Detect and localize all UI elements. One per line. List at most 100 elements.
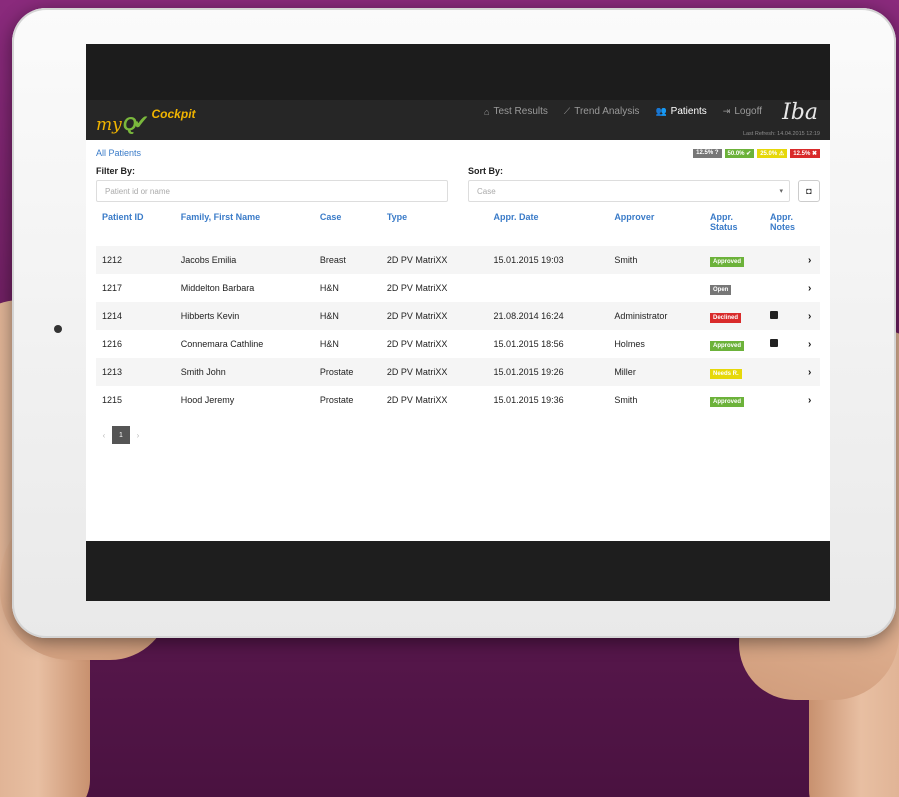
chevron-right-icon[interactable]: ›	[808, 395, 811, 406]
cell-notes	[764, 358, 802, 386]
cell-name: Connemara Cathline	[180, 339, 264, 349]
cell-case: H&N	[319, 283, 339, 293]
summary-badge: 50.0% ✔	[724, 148, 755, 158]
cell-name: Hibberts Kevin	[180, 311, 240, 321]
cell-open: ›	[802, 358, 820, 386]
caret-icon: ▾	[779, 188, 783, 195]
table-row[interactable]: 1216 Connemara Cathline H&N 2D PV MatriXX 15…	[96, 330, 820, 358]
app-logo[interactable]: my Q ✔ Cockpit	[96, 105, 196, 135]
column-header-spacer	[802, 208, 820, 246]
sort-select[interactable]: Case ▾	[468, 180, 790, 202]
nav-label: Trend Analysis	[574, 106, 640, 117]
cell-case: Breast	[319, 255, 346, 265]
cell-type: 2D PV MatriXX	[386, 311, 448, 321]
status-badge: Approved	[710, 397, 745, 407]
breadcrumb-row: All Patients 12.5% ? 50.0% ✔ 25.0% ⚠ 12.5% …	[96, 140, 820, 166]
cell-notes	[764, 246, 802, 274]
cell-name: Smith John	[180, 367, 226, 377]
cell-approver: Miller	[614, 367, 636, 377]
column-header[interactable]: Appr. Status	[704, 208, 764, 246]
column-header[interactable]: Case	[314, 208, 381, 246]
cell-status: Needs R.	[704, 358, 764, 386]
cell-case: Prostate	[319, 395, 354, 405]
column-header[interactable]: Family, First Name	[175, 208, 314, 246]
cell-case: H&N	[319, 311, 339, 321]
table-row[interactable]: 1213 Smith John Prostate 2D PV MatriXX 15.01…	[96, 358, 820, 386]
cell-status: Declined	[704, 302, 764, 330]
table-row[interactable]: 1212 Jacobs Emilia Breast 2D PV MatriXX 15.0…	[96, 246, 820, 274]
users-icon: 👥	[655, 106, 667, 116]
chevron-right-icon[interactable]: ›	[808, 339, 811, 350]
cell-date: 15.01.2015 18:56	[493, 339, 564, 349]
cell-open: ›	[802, 330, 820, 358]
cell-notes	[764, 274, 802, 302]
table-body: 1212 Jacobs Emilia Breast 2D PV MatriXX 15.0…	[96, 246, 820, 414]
pagination-page-current[interactable]: 1	[112, 426, 130, 444]
nav-logoff[interactable]: ⇥ Logoff	[723, 106, 762, 117]
sort-label: Sort By:	[468, 166, 504, 176]
cell-approver: Holmes	[614, 339, 645, 349]
cell-date: 15.01.2015 19:03	[493, 255, 564, 265]
breadcrumb[interactable]: All Patients	[96, 148, 141, 158]
logo-my-text: my	[96, 115, 122, 135]
cell-approver	[608, 274, 704, 302]
sort-controls: Case ▾ ◘	[468, 180, 820, 202]
sort-section: Sort By: Case ▾ ◘	[468, 166, 820, 202]
nav-links: ⌂ Test Results ⟋ Trend Analysis 👥 Patients ⇥ Lo…	[484, 106, 762, 117]
table-row[interactable]: 1217 Middelton Barbara H&N 2D PV MatriXX Ope…	[96, 274, 820, 302]
cell-type: 2D PV MatriXX	[386, 395, 448, 405]
nav-patients[interactable]: 👥 Patients	[655, 106, 706, 117]
cell-name: Jacobs Emilia	[180, 255, 237, 265]
status-badge: Approved	[710, 341, 745, 351]
table-row[interactable]: 1215 Hood Jeremy Prostate 2D PV MatriXX 15.0…	[96, 386, 820, 414]
cell-id: 1216	[102, 339, 123, 349]
sort-direction-icon: ◘	[806, 186, 812, 196]
chart-icon: ⟋	[563, 106, 571, 116]
cell-status: Open	[704, 274, 764, 302]
pagination-prev[interactable]: ‹	[98, 431, 110, 440]
table-header-row: Patient ID Family, First Name Case Type Appr…	[96, 208, 820, 246]
iba-logo: Iba	[782, 100, 818, 125]
search-input[interactable]: Patient id or name	[96, 180, 448, 202]
column-header[interactable]: Appr. Notes	[764, 208, 802, 246]
column-header[interactable]: Approver	[608, 208, 704, 246]
column-header[interactable]: Patient ID	[96, 208, 175, 246]
sort-direction-button[interactable]: ◘	[798, 180, 820, 202]
chevron-right-icon[interactable]: ›	[808, 367, 811, 378]
edit-note-icon[interactable]	[770, 339, 778, 347]
nav-label: Logoff	[734, 106, 762, 117]
chevron-right-icon[interactable]: ›	[808, 255, 811, 266]
edit-note-icon[interactable]	[770, 311, 778, 319]
filter-section: Filter By: Patient id or name	[96, 166, 448, 202]
cell-date: 15.01.2015 19:26	[493, 367, 564, 377]
logo-check-icon: ✔	[132, 112, 150, 134]
column-header[interactable]: Appr. Date	[488, 208, 609, 246]
screen-bottom-bezel	[86, 541, 830, 601]
cell-id: 1212	[102, 255, 123, 265]
cell-id: 1213	[102, 367, 123, 377]
column-header[interactable]: Type	[381, 208, 488, 246]
cell-approver: Smith	[614, 395, 638, 405]
cell-case: Prostate	[319, 367, 354, 377]
cell-date	[488, 274, 609, 302]
signout-icon: ⇥	[722, 106, 731, 116]
cell-name: Hood Jeremy	[180, 395, 235, 405]
cell-id: 1215	[102, 395, 123, 405]
filter-sort-row: Filter By: Patient id or name Sort By: C…	[96, 166, 820, 202]
nav-test-results[interactable]: ⌂ Test Results	[484, 106, 548, 117]
cell-notes	[764, 386, 802, 414]
filter-label: Filter By:	[96, 166, 136, 176]
cell-status: Approved	[704, 386, 764, 414]
summary-badge: 12.5% ?	[693, 148, 722, 158]
pagination-next[interactable]: ›	[132, 431, 144, 440]
cell-open: ›	[802, 386, 820, 414]
sort-select-value: Case	[477, 187, 496, 196]
logo-cockpit-text: Cockpit	[151, 107, 196, 121]
cell-approver: Smith	[614, 255, 638, 265]
top-navbar: my Q ✔ Cockpit ⌂ Test Results ⟋ Trend Analy…	[86, 100, 830, 140]
chevron-right-icon[interactable]: ›	[808, 283, 811, 294]
chevron-right-icon[interactable]: ›	[808, 311, 811, 322]
table-row[interactable]: 1214 Hibberts Kevin H&N 2D PV MatriXX 21.08.…	[96, 302, 820, 330]
cell-id: 1214	[102, 311, 123, 321]
nav-trend-analysis[interactable]: ⟋ Trend Analysis	[564, 106, 640, 117]
